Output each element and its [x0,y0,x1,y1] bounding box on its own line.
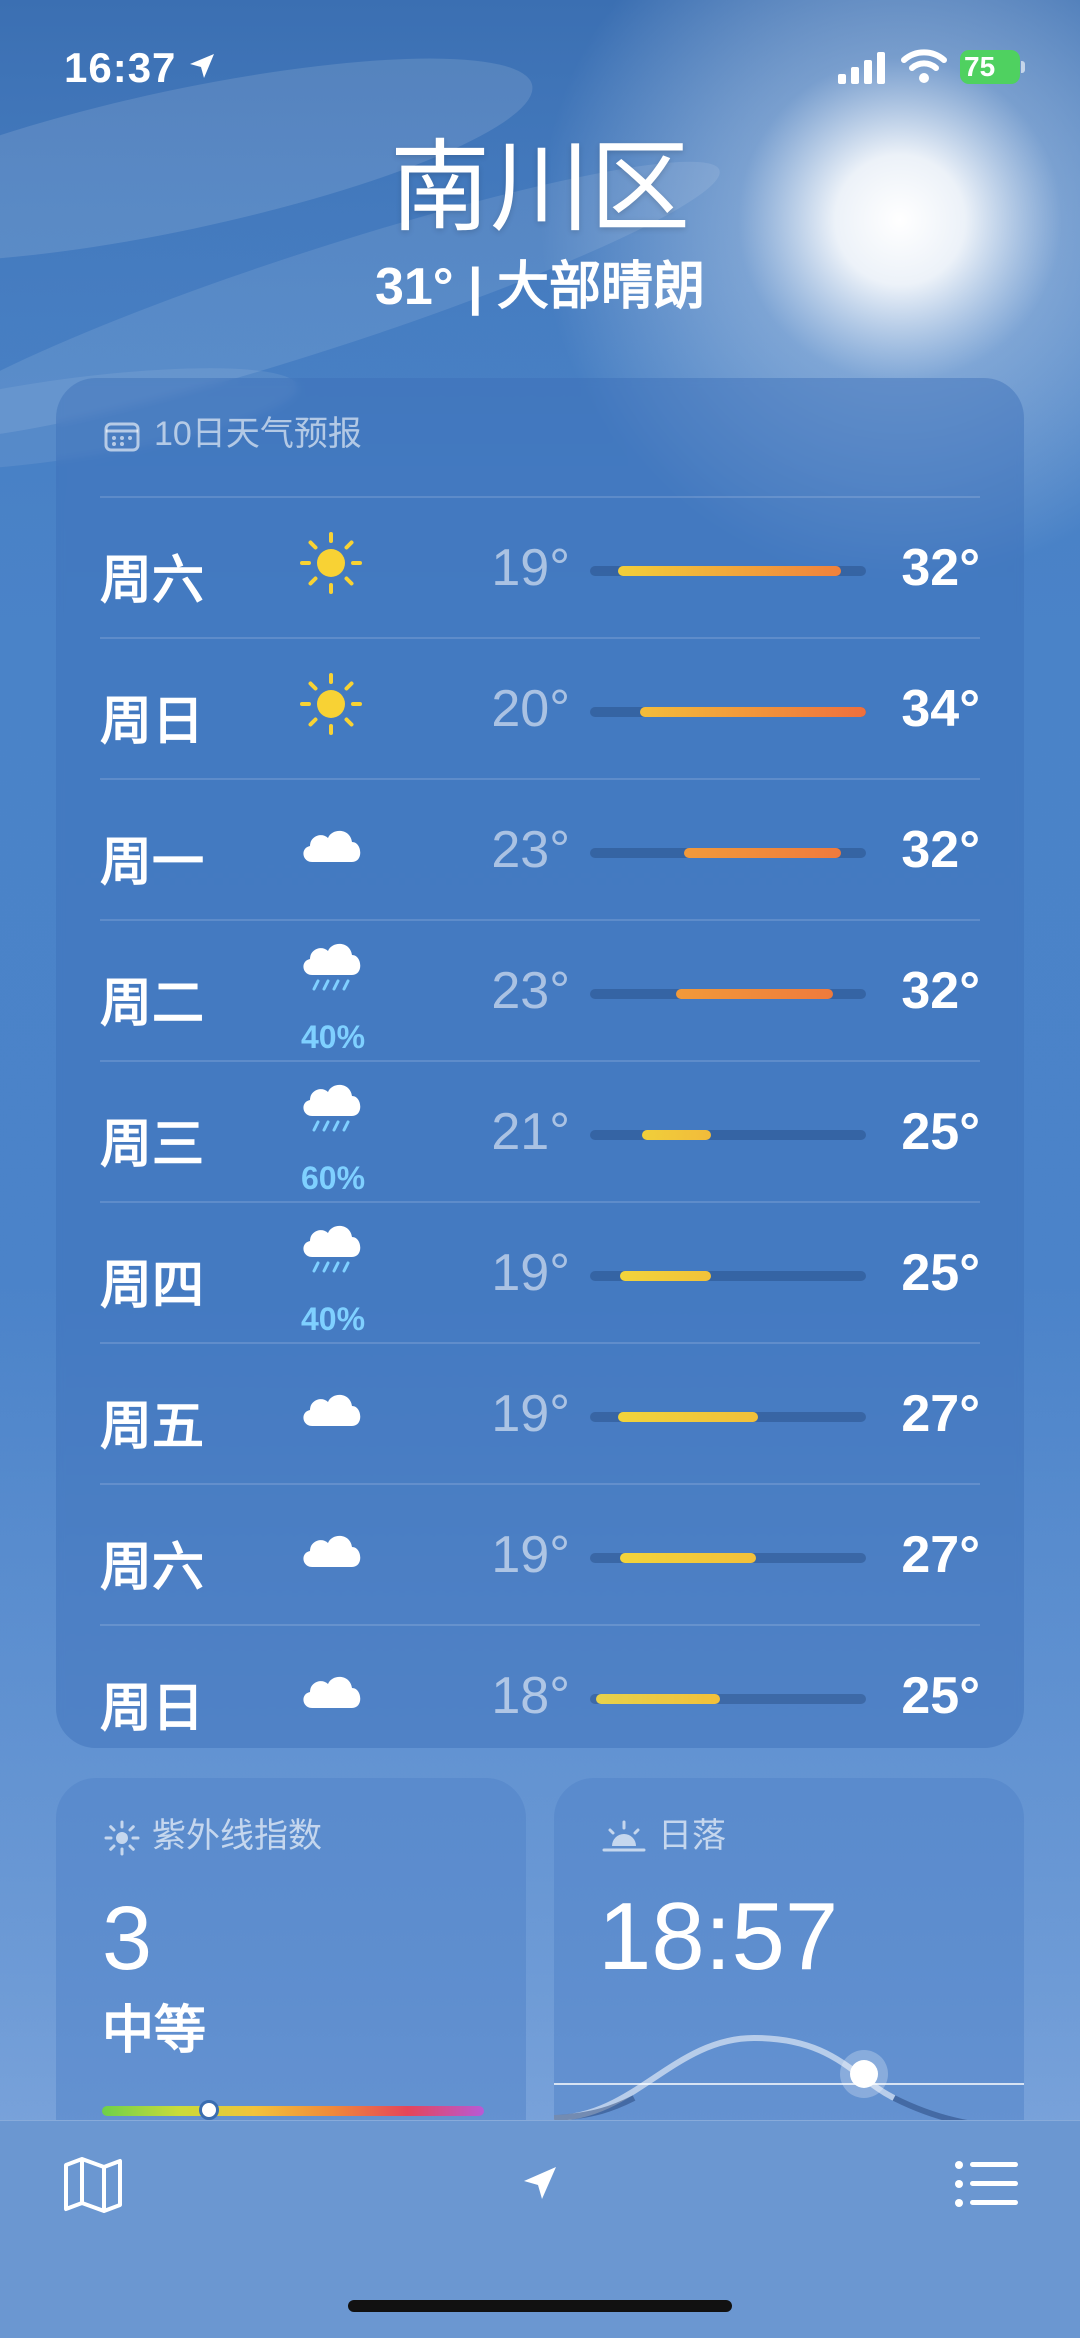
temp-range-fill [617,566,842,576]
forecast-day: 周六 [100,552,205,610]
high-temp: 27° [901,1385,980,1443]
temp-range-bar [590,1271,866,1281]
forecast-day: 周四 [100,1257,205,1315]
temp-range-bar [590,1412,866,1422]
high-temp: 25° [901,1103,980,1161]
calendar-icon [104,422,140,452]
cloud-icon [296,1515,366,1585]
temp-range-fill [595,1694,720,1704]
cloud-icon [296,1656,366,1726]
forecast-row[interactable]: 周五 19° 27° [100,1342,980,1483]
high-temp: 34° [901,680,980,738]
low-temp: 19° [491,1385,570,1443]
temp-range-bar [590,1553,866,1563]
temp-range-fill [642,1130,712,1140]
low-temp: 21° [491,1103,570,1161]
temp-range-bar [590,1130,866,1140]
forecast-row[interactable]: 周日 18° 25° [100,1624,980,1765]
precip-chance: 60% [300,1160,366,1196]
uv-scale-bar [102,2106,484,2116]
forecast-row[interactable]: 周六 19° 32° [100,496,980,637]
low-temp: 19° [491,1526,570,1584]
cloud-icon [296,810,366,880]
high-temp: 32° [901,962,980,1020]
rain-icon [296,1076,366,1146]
low-temp: 19° [491,539,570,597]
temp-range-bar [590,848,866,858]
low-temp: 20° [491,680,570,738]
temp-range-fill [675,989,833,999]
status-bar: 16:37 75 [0,0,1080,130]
battery-nub [1021,61,1025,73]
forecast-row[interactable]: 周日 20° 34° [100,637,980,778]
sunset-card-title: 日落 [658,1817,726,1855]
current-location-icon[interactable] [520,2163,560,2203]
uv-level: 中等 [102,2002,207,2060]
temp-range-fill [617,1412,759,1422]
forecast-day: 周五 [100,1398,205,1456]
low-temp: 23° [491,962,570,1020]
temp-range-bar [590,707,866,717]
forecast-row[interactable]: 周一 23° 32° [100,778,980,919]
cloud-icon [296,1374,366,1444]
uv-scale-marker [198,2100,219,2120]
sunset-card[interactable]: 日落 18:57 [554,1778,1024,2178]
temp-range-fill [639,707,866,717]
temp-range-bar [590,566,866,576]
status-time: 16:37 [64,44,177,91]
sunset-card-header: 日落 [602,1808,726,1857]
sun-icon [296,528,366,598]
high-temp: 32° [901,539,980,597]
uv-card-header: 紫外线指数 [104,1808,322,1857]
high-temp: 25° [901,1667,980,1725]
battery-indicator: 75 [960,50,1026,86]
precip-chance: 40% [300,1019,366,1055]
forecast-card-title: 10日天气预报 [154,415,362,453]
temp-range-fill [683,848,842,858]
sun-icon [104,1820,140,1856]
forecast-day: 周一 [100,834,205,892]
forecast-card-header: 10日天气预报 [104,406,362,455]
forecast-row[interactable]: 周六 19° 27° [100,1483,980,1624]
wifi-icon [901,49,947,83]
map-icon[interactable] [60,2151,126,2217]
forecast-day: 周二 [100,975,205,1033]
temp-range-bar [590,989,866,999]
ten-day-forecast-card[interactable]: 10日天气预报 周六 19° 32° 周日 20° 34° 周一 23° 32° 周二 40% 23°… [56,378,1024,1748]
forecast-row[interactable]: 周三 60% 21° 25° [100,1060,980,1201]
cellular-signal-icon [838,52,885,84]
sun-icon [296,669,366,739]
forecast-day: 周日 [100,1680,205,1738]
forecast-row[interactable]: 周四 40% 19° 25° [100,1201,980,1342]
forecast-rows: 周六 19° 32° 周日 20° 34° 周一 23° 32° 周二 40% 23° 32° 周三 60%… [100,496,980,1765]
home-indicator [348,2300,732,2312]
rain-icon [296,1217,366,1287]
location-arrow-icon [190,54,214,78]
precip-chance: 40% [300,1301,366,1337]
city-name: 南川区 [390,132,690,244]
high-temp: 25° [901,1244,980,1302]
high-temp: 32° [901,821,980,879]
low-temp: 18° [491,1667,570,1725]
temp-range-fill [620,1553,756,1563]
low-temp: 23° [491,821,570,879]
forecast-day: 周日 [100,693,205,751]
uv-value: 3 [102,1889,153,1989]
uv-index-card[interactable]: 紫外线指数 3 中等 [56,1778,526,2178]
temp-range-fill [620,1271,712,1281]
current-summary: 31° | 大部晴朗 [374,258,706,316]
forecast-day: 周三 [100,1116,205,1174]
rain-icon [296,935,366,1005]
high-temp: 27° [901,1526,980,1584]
sunset-icon [602,1820,646,1852]
low-temp: 19° [491,1244,570,1302]
forecast-day: 周六 [100,1539,205,1597]
sunset-time: 18:57 [598,1883,839,1990]
forecast-row[interactable]: 周二 40% 23° 32° [100,919,980,1060]
temp-range-bar [590,1694,866,1704]
battery-level: 75 [960,50,1020,84]
list-icon[interactable] [954,2159,1020,2209]
uv-card-title: 紫外线指数 [152,1817,322,1855]
